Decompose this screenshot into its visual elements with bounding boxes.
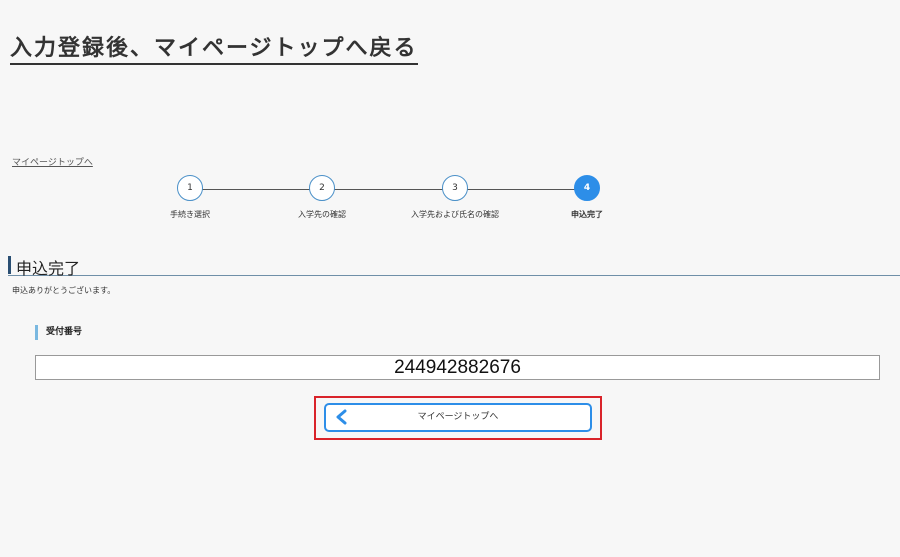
receipt-number-field: 244942882676 — [35, 355, 880, 380]
back-button-label: マイページトップへ — [417, 412, 499, 422]
step-2: 2 入学先の確認 — [262, 175, 382, 220]
step-number: 4 — [574, 175, 600, 201]
step-label: 申込完了 — [571, 210, 603, 219]
step-number: 2 — [309, 175, 335, 201]
step-number: 1 — [177, 175, 203, 201]
step-number: 3 — [442, 175, 468, 201]
progress-stepper: 1 手続き選択 2 入学先の確認 3 入学先および氏名の確認 4 申込完了 — [0, 175, 900, 225]
step-4-current: 4 申込完了 — [527, 175, 647, 220]
step-1: 1 手続き選択 — [130, 175, 250, 220]
page: 入力登録後、マイページトップへ戻る マイページトップへ 1 手続き選択 2 入学… — [0, 0, 900, 557]
thanks-message: 申込ありがとうございます。 — [12, 286, 116, 295]
section-heading-text: 申込完了 — [16, 259, 81, 278]
back-to-mypage-button[interactable]: マイページトップへ — [324, 403, 592, 432]
heading-accent-bar — [8, 256, 11, 274]
step-label: 手続き選択 — [170, 210, 210, 219]
page-title: 入力登録後、マイページトップへ戻る — [10, 30, 418, 65]
receipt-number-label: 受付番号 — [35, 325, 82, 340]
step-3: 3 入学先および氏名の確認 — [395, 175, 515, 220]
section-heading: 申込完了 — [8, 256, 900, 278]
step-label: 入学先および氏名の確認 — [411, 210, 499, 219]
step-label: 入学先の確認 — [298, 210, 346, 219]
mypage-top-link[interactable]: マイページトップへ — [12, 155, 93, 168]
